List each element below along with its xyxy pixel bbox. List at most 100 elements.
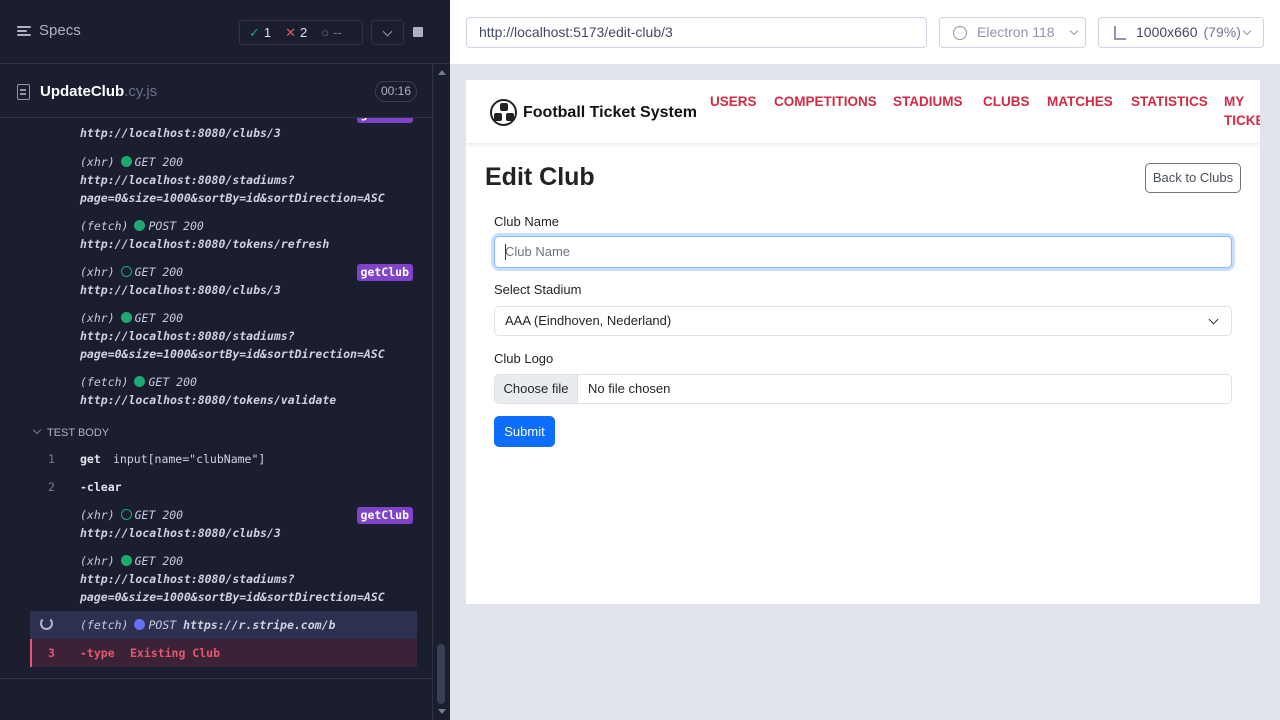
scroll-down-icon: [438, 709, 446, 714]
log-kind: (xhr): [80, 508, 115, 522]
log-method: GET 200: [148, 375, 197, 389]
browser-name: Electron 118: [977, 24, 1055, 40]
log-url: https://r.stripe.com/b: [183, 618, 336, 632]
log-entry[interactable]: (fetch) POST 200 http://localhost:8080/to…: [30, 217, 417, 255]
command-type-failed[interactable]: 3 -type Existing Club: [30, 639, 417, 667]
spec-file-name[interactable]: UpdateClub.cy.js: [40, 83, 157, 100]
spec-file-bar: UpdateClub.cy.js 00:16: [0, 64, 432, 118]
specs-label: Specs: [39, 22, 81, 39]
log-entry[interactable]: getClub http://localhost:8080/clubs/3: [30, 118, 417, 144]
command-number: 3: [48, 646, 55, 660]
status-dot-icon: [120, 509, 132, 520]
log-kind: (xhr): [80, 155, 115, 169]
log-entry[interactable]: (xhr) GET 200 http://localhost:8080/stadi…: [30, 552, 417, 608]
log-entry[interactable]: (xhr) GET 200 http://localhost:8080/stadi…: [30, 309, 417, 365]
command-name: get: [80, 452, 101, 466]
auto-scroll-button[interactable]: [371, 20, 404, 45]
nav-matches[interactable]: MATCHES: [1047, 94, 1113, 109]
club-logo-file-input[interactable]: Choose file No file chosen: [494, 374, 1232, 404]
page-title: Edit Club: [485, 163, 595, 191]
log-url: http://localhost:8080/clubs/3: [80, 283, 281, 297]
log-kind: (xhr): [80, 554, 115, 568]
submit-button[interactable]: Submit: [494, 416, 555, 447]
failed-count: 2: [300, 25, 308, 40]
log-url: http://localhost:8080/clubs/3: [80, 126, 281, 140]
spinner-icon: [40, 617, 53, 630]
app-frame: Football Ticket System USERS COMPETITION…: [466, 80, 1260, 604]
browser-selector[interactable]: Electron 118: [939, 17, 1086, 48]
log-method: POST: [148, 618, 177, 632]
stop-button[interactable]: [404, 20, 432, 45]
check-icon: ✓: [249, 24, 260, 40]
command-log-scrollbar[interactable]: [432, 64, 450, 720]
runner-header: Specs ✓ 1 ✕ 2 ○ --: [0, 0, 450, 64]
log-url: http://localhost:8080/stadiums?: [80, 329, 295, 343]
chevron-down-icon: [382, 26, 393, 37]
test-stats: ✓ 1 ✕ 2 ○ --: [239, 20, 363, 45]
specs-list-icon: [17, 24, 31, 38]
nav-my-tickets-line2[interactable]: TICKETS: [1224, 113, 1260, 128]
nav-clubs[interactable]: CLUBS: [983, 94, 1030, 109]
nav-competitions[interactable]: COMPETITIONS: [774, 94, 877, 109]
status-dot-icon: [134, 619, 146, 630]
log-method: GET 200: [134, 311, 184, 325]
status-dot-icon: [134, 376, 146, 387]
nav-my-tickets-line1[interactable]: MY: [1224, 94, 1244, 109]
viewport-info[interactable]: 1000x660 (79%): [1098, 17, 1264, 48]
nav-statistics[interactable]: STATISTICS: [1131, 94, 1208, 109]
log-entry[interactable]: (xhr) GET 200 http://localhost:8080/stadi…: [30, 153, 417, 209]
club-logo-label: Club Logo: [494, 351, 554, 366]
nav-users[interactable]: USERS: [710, 94, 757, 109]
command-clear[interactable]: 2 -clear: [30, 476, 417, 500]
viewport-scale: (79%): [1203, 24, 1241, 40]
url-bar[interactable]: http://localhost:5173/edit-club/3: [466, 17, 927, 48]
log-url: http://localhost:8080/tokens/validate: [80, 393, 337, 407]
test-body-header[interactable]: TEST BODY: [30, 420, 417, 444]
status-dot-icon: [120, 266, 132, 277]
log-method: POST 200: [148, 219, 204, 233]
pending-icon: ○: [321, 25, 330, 40]
stadium-selected-value: AAA (Eindhoven, Nederland): [505, 313, 672, 328]
alias-tag: getClub: [356, 118, 413, 123]
scrollbar-thumb[interactable]: [437, 644, 445, 704]
log-entry[interactable]: (xhr) GET 200 getClub http://localhost:80…: [30, 506, 417, 544]
stop-icon: [413, 27, 423, 37]
ruler-icon: [1114, 26, 1126, 40]
log-url: http://localhost:8080/tokens/refresh: [80, 237, 330, 251]
divider: [0, 678, 432, 679]
specs-button[interactable]: Specs: [17, 22, 81, 39]
chevron-down-icon: [32, 425, 42, 435]
running-log-entry[interactable]: (fetch) POST https://r.stripe.com/b: [30, 611, 417, 639]
log-url: http://localhost:8080/clubs/3: [80, 526, 281, 540]
command-arg: Existing Club: [130, 646, 221, 660]
nav-stadiums[interactable]: STADIUMS: [893, 94, 963, 109]
log-entry[interactable]: (fetch) GET 200 http://localhost:8080/tok…: [30, 373, 417, 411]
log-kind: (fetch): [80, 618, 129, 632]
command-get[interactable]: 1 get input[name="clubName"]: [30, 448, 417, 472]
back-to-clubs-button[interactable]: Back to Clubs: [1145, 163, 1241, 193]
stadium-label: Select Stadium: [494, 282, 582, 297]
command-arg: input[name="clubName"]: [113, 452, 266, 466]
brand-link[interactable]: Football Ticket System: [490, 99, 697, 126]
chevron-down-icon: [1242, 26, 1252, 36]
preview-toolbar: http://localhost:5173/edit-club/3 Electr…: [450, 0, 1280, 64]
scroll-up-icon: [438, 70, 446, 75]
log-method: GET 200: [134, 554, 184, 568]
chevron-down-icon: [1208, 314, 1219, 325]
command-name: -type: [80, 646, 115, 660]
log-url: http://localhost:8080/stadiums?: [80, 173, 295, 187]
run-timer: 00:16: [375, 81, 417, 102]
log-method: GET 200: [134, 265, 184, 279]
football-icon: [490, 99, 517, 126]
choose-file-button[interactable]: Choose file: [495, 375, 578, 403]
command-name: -clear: [80, 480, 122, 494]
stadium-select[interactable]: AAA (Eindhoven, Nederland): [494, 306, 1232, 336]
log-method: GET 200: [134, 508, 184, 522]
log-kind: (xhr): [80, 265, 115, 279]
club-name-input[interactable]: Club Name: [494, 236, 1232, 268]
app-preview-panel: http://localhost:5173/edit-club/3 Electr…: [450, 0, 1280, 720]
alias-tag: getClub: [356, 507, 413, 524]
cypress-runner-panel: Specs ✓ 1 ✕ 2 ○ -- UpdateClub.cy.js 00:1…: [0, 0, 450, 720]
log-entry[interactable]: (xhr) GET 200 getClub http://localhost:80…: [30, 263, 417, 301]
log-kind: (fetch): [80, 219, 129, 233]
